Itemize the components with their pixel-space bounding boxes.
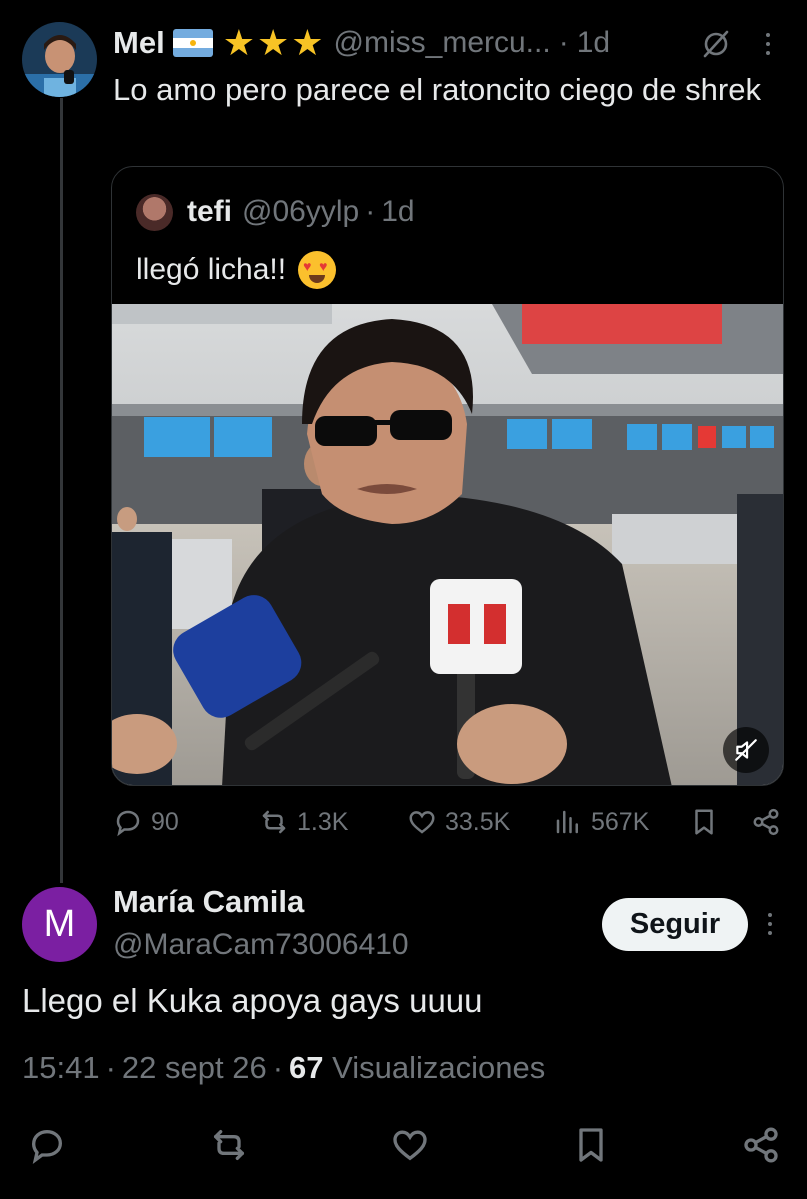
share-button[interactable] — [736, 1120, 786, 1170]
author-handle[interactable]: @MaraCam73006410 — [113, 928, 409, 962]
reply-button[interactable] — [22, 1120, 72, 1170]
stars: ★ ★ ★ — [223, 25, 324, 61]
separator: · — [558, 26, 569, 59]
like-icon — [409, 811, 435, 834]
video-player[interactable] — [112, 304, 783, 785]
star-icon: ★ — [291, 22, 324, 63]
quoted-text: llegó licha!! — [136, 253, 287, 286]
video-mute-icon[interactable] — [723, 727, 769, 773]
reply-button[interactable]: 90 — [113, 802, 179, 842]
repost-count: 1.3K — [297, 807, 349, 836]
reply-count: 90 — [151, 807, 179, 836]
tweet-date[interactable]: 22 sept 26 — [122, 1050, 267, 1085]
quoted-text-row: llegó licha!! ♥ ♥ — [136, 251, 337, 289]
author-name[interactable]: Mel — [113, 25, 165, 61]
separator: · — [365, 195, 376, 228]
repost-button[interactable]: 1.3K — [259, 802, 348, 842]
heart-eyes-emoji-icon: ♥ ♥ — [298, 251, 337, 289]
bookmark-button[interactable] — [566, 1120, 616, 1170]
mute-icon[interactable] — [700, 28, 732, 60]
share-icon — [744, 1127, 778, 1163]
tweet-time[interactable]: 1d — [577, 26, 610, 60]
quoted-time: 1d — [381, 195, 415, 228]
reply-icon — [116, 810, 140, 837]
repost-icon — [214, 1130, 244, 1160]
tweet-text: Lo amo pero parece el ratoncito ciego de… — [113, 72, 761, 107]
avatar[interactable]: M — [22, 887, 97, 962]
argentina-flag-icon — [172, 29, 213, 57]
like-count: 33.5K — [445, 807, 511, 836]
like-icon — [393, 1130, 427, 1161]
separator: · — [272, 1050, 284, 1085]
quoted-author-name: tefi — [187, 195, 232, 228]
author-name[interactable]: María Camila — [113, 884, 304, 920]
reply-icon — [31, 1129, 63, 1165]
tweet-actions: 90 1.3K 33.5K 567K — [113, 802, 788, 842]
tweet-time[interactable]: 15:41 — [22, 1050, 100, 1085]
views-count: 567K — [591, 807, 650, 836]
views-label: Visualizaciones — [332, 1050, 546, 1085]
author-handle[interactable]: @miss_mercu... — [334, 26, 551, 60]
views-icon — [556, 810, 578, 834]
thread-line — [60, 98, 63, 883]
quoted-tweet[interactable]: tefi @06yylp · 1d llegó licha!! ♥ ♥ — [111, 166, 784, 786]
repost-button[interactable] — [204, 1120, 254, 1170]
bookmark-icon — [695, 809, 713, 835]
more-icon[interactable] — [760, 906, 780, 942]
star-icon: ★ — [222, 22, 255, 63]
separator: · — [105, 1050, 116, 1085]
avatar[interactable] — [22, 22, 97, 97]
share-icon — [753, 808, 779, 836]
like-button[interactable]: 33.5K — [407, 802, 510, 842]
tweet-actions — [0, 1120, 807, 1170]
tweet-header: Mel ★ ★ ★ @miss_mercu... · 1d — [113, 22, 610, 64]
more-icon[interactable] — [758, 28, 778, 60]
views-button[interactable]: 567K — [553, 802, 649, 842]
like-button[interactable] — [385, 1120, 435, 1170]
repost-icon — [262, 810, 286, 834]
quoted-author-handle: @06yylp — [242, 195, 360, 228]
share-button[interactable] — [751, 802, 781, 842]
bookmark-icon — [579, 1128, 603, 1162]
follow-button[interactable]: Seguir — [602, 898, 748, 951]
star-icon: ★ — [256, 22, 290, 63]
quoted-header: tefi @06yylp · 1d — [136, 192, 415, 232]
quoted-avatar — [136, 193, 173, 231]
bookmark-button[interactable] — [689, 802, 719, 842]
views-count: 67 — [289, 1050, 324, 1085]
tweet-meta: 15:41 · 22 sept 26 · 67 Visualizaciones — [22, 1050, 545, 1086]
tweet-text: Llego el Kuka apoya gays uuuu — [22, 982, 483, 1019]
